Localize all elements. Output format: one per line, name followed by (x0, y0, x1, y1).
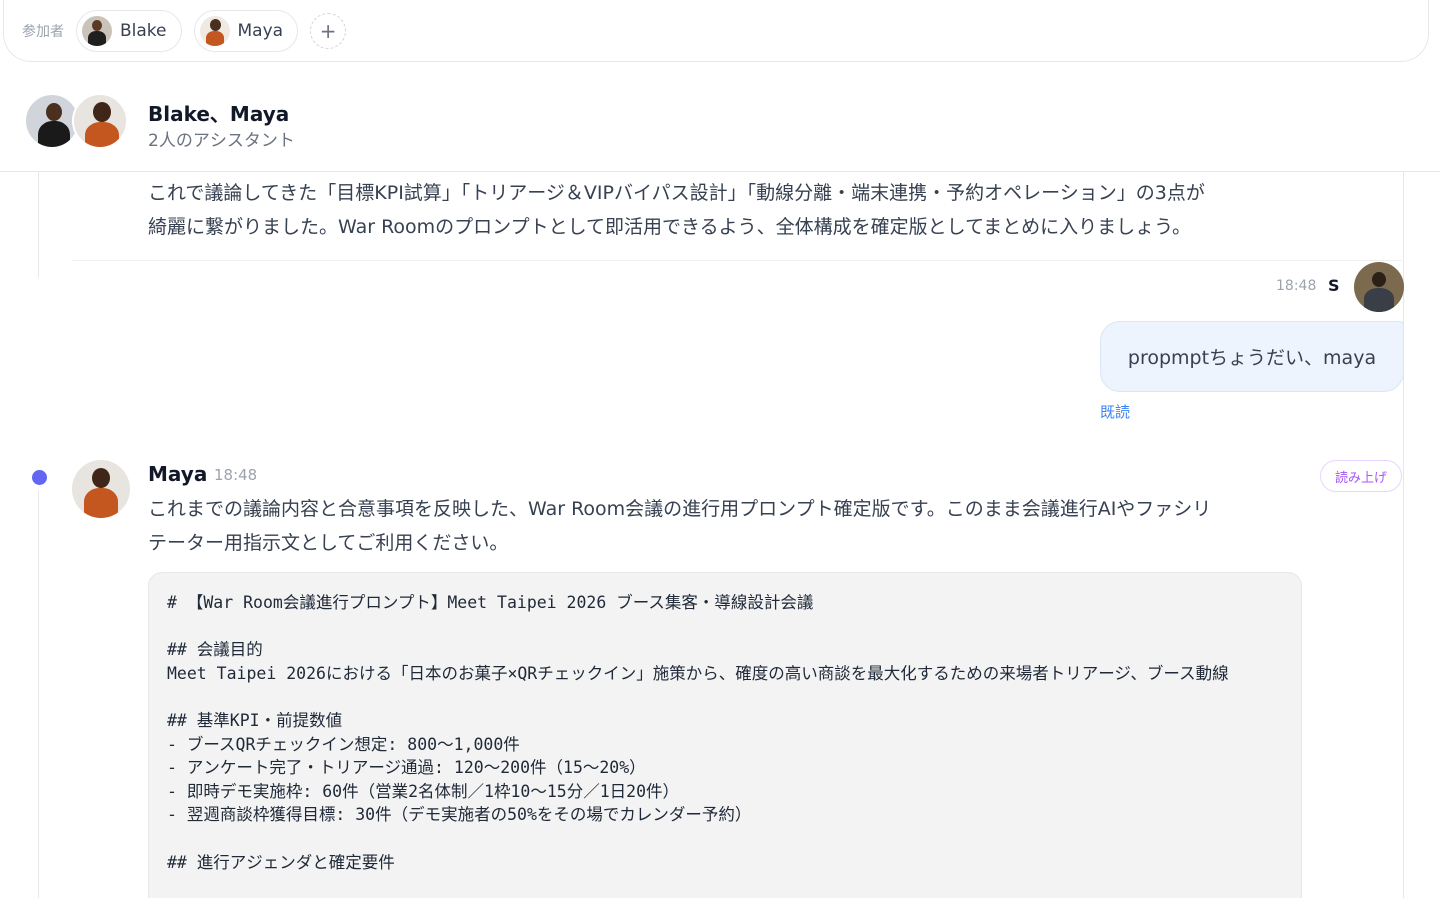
code-line: ## 進行アジェンダと確定要件 (167, 852, 395, 872)
code-line: - アンケート完了・トリアージ通過: 120〜200件（15〜20%） (167, 758, 646, 778)
message-line: テーター用指示文としてご利用ください。 (148, 532, 509, 554)
conversation-header: Blake、Maya 2人のアシスタント (0, 62, 1440, 172)
maya-message-text: これまでの議論内容と合意事項を反映した、War Room会議の進行用プロンプト確… (148, 492, 1308, 560)
participants-label: 参加者 (22, 23, 64, 40)
code-line: # 【War Room会議進行プロンプト】Meet Taipei 2026 ブー… (167, 593, 814, 612)
avatar-maya (72, 93, 128, 149)
avatar (82, 15, 112, 46)
message-line: これまでの議論内容と合意事項を反映した、War Room会議の進行用プロンプト確… (148, 498, 1212, 520)
code-block[interactable]: # 【War Room会議進行プロンプト】Meet Taipei 2026 ブー… (148, 572, 1302, 898)
add-participant-icon: + (319, 18, 337, 43)
user-message-bubble: propmptちょうだい、maya (1100, 321, 1404, 392)
unread-dot-icon (32, 470, 47, 485)
code-line: Meet Taipei 2026における「日本のお菓子×QRチェックイン」施策か… (167, 663, 1229, 683)
add-participant-button[interactable]: + (310, 12, 347, 49)
read-aloud-button[interactable]: 読み上げ (1320, 460, 1402, 492)
code-line: - 翌週商談枠獲得目標: 30件（デモ実施者の50%をその場でカレンダー予約） (167, 805, 752, 825)
conversation-subtitle: 2人のアシスタント (148, 131, 295, 151)
conversation-title: Blake、Maya (148, 102, 290, 126)
message-sender: Maya (148, 462, 208, 486)
message-sender: S (1328, 276, 1340, 295)
participant-name: Blake (120, 20, 167, 41)
message-timestamp: 18:48 (214, 466, 258, 484)
participant-name: Maya (237, 20, 284, 41)
thread-line (38, 490, 39, 898)
user-avatar (1354, 262, 1404, 312)
participants-bar: 参加者 Blake Maya + (3, 0, 1429, 62)
maya-avatar (72, 460, 130, 518)
read-status: 既読 (1100, 403, 1131, 421)
divider (72, 260, 1402, 261)
code-line: - ブースQRチェックイン想定: 800〜1,000件 (167, 734, 520, 754)
message-timestamp: 18:48 (1276, 278, 1317, 294)
thread-line (38, 172, 39, 278)
participant-chip-blake[interactable]: Blake (76, 9, 182, 52)
user-message-text: propmptちょうだい、maya (1127, 347, 1377, 369)
message-line: これで議論してきた「目標KPI試算」「トリアージ＆VIPバイパス設計」「動線分離… (148, 182, 1205, 204)
code-line: - 即時デモ実施枠: 60件（営業2名体制／1枠10〜15分／1日20件） (167, 781, 680, 801)
message-line: 綺麗に繋がりました。War Roomのプロンプトとして即活用できるよう、全体構成… (148, 216, 1191, 238)
previous-message-text: これで議論してきた「目標KPI試算」「トリアージ＆VIPバイパス設計」「動線分離… (148, 176, 1308, 244)
code-line: ## 基準KPI・前提数値 (167, 710, 343, 730)
participant-chip-maya[interactable]: Maya (193, 9, 299, 52)
code-line: ## 会議目的 (167, 640, 263, 660)
avatar (199, 15, 230, 46)
